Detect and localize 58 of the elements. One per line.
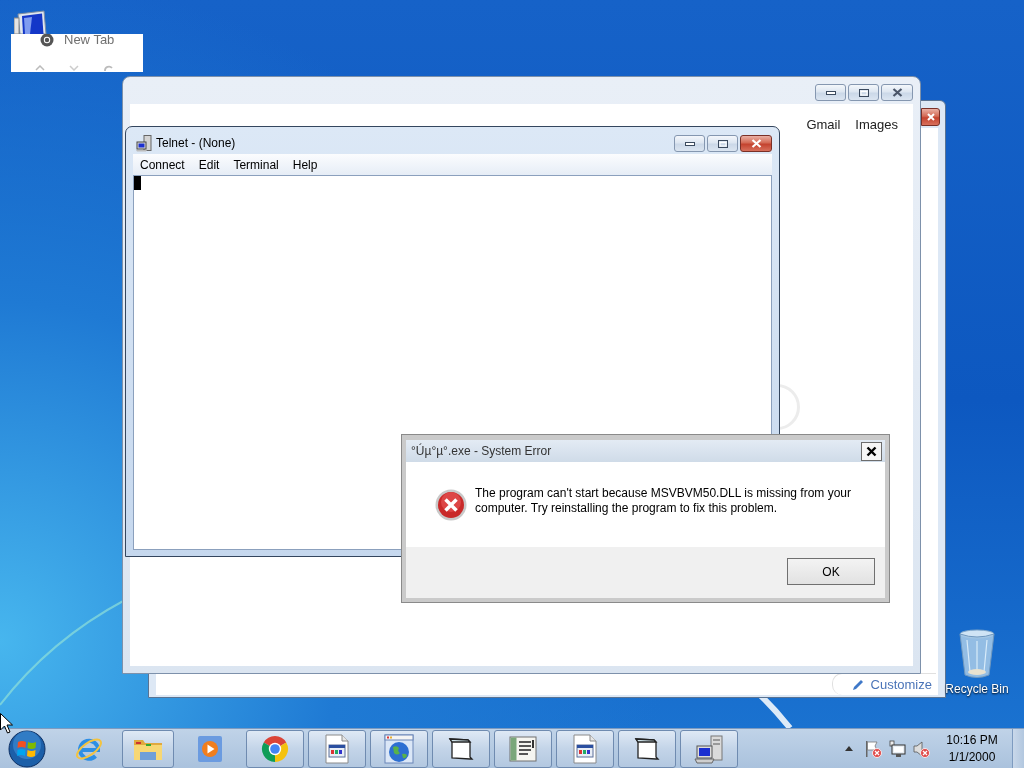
start-button[interactable] [7,728,47,768]
minimize-button[interactable] [674,135,705,152]
taskbar-button[interactable] [432,729,490,768]
menu-item[interactable]: Edit [191,155,227,174]
play-icon [197,734,223,763]
tab-preview[interactable]: New Tab [11,34,143,72]
tricolor-circle-icon [260,733,290,764]
document-window-icon [573,733,597,764]
minimize-icon [684,141,695,146]
ok-button[interactable]: OK [787,558,875,585]
close-icon [891,88,903,97]
taskbar-button[interactable] [680,729,738,768]
maximize-button[interactable] [707,135,738,152]
document-window-icon [325,733,349,764]
circle-logo-icon [40,34,54,47]
up-arrow-icon [845,746,853,751]
close-icon [926,113,935,121]
taskbar-button[interactable] [370,729,428,768]
menu-item[interactable]: Help [285,155,325,174]
close-button[interactable] [881,84,913,101]
folder-icon [448,735,474,762]
menu-item[interactable]: Terminal [226,155,286,174]
close-button[interactable] [861,441,882,461]
mouse-pointer-icon [0,713,13,734]
close-icon [750,139,762,148]
close-button[interactable] [921,108,940,126]
document-icon [509,734,537,763]
error-message: The program can't start because MSVBVM50.DLL is missing from your computer. Try reinstalling the program to fix this problem. [475,486,852,516]
menu-item[interactable]: Connect [133,155,192,174]
taskbar-button[interactable] [308,729,366,768]
reload-icon [103,65,113,71]
folder-icon [634,735,660,762]
minimize-icon [825,90,836,95]
globe-icon [384,733,414,764]
taskbar-button[interactable] [494,729,552,768]
recycle-bin-icon [957,628,997,680]
orb-logo-icon [8,729,46,768]
tab-title: New Tab [64,34,115,47]
close-icon [866,445,877,457]
dialog-title: °Úµ°µ°.exe - System Error [411,443,552,459]
clock-button[interactable]: 10:16 PM 1/1/2000 [942,731,1002,766]
computer-icon [694,733,724,764]
maximize-button[interactable] [848,84,879,101]
pencil-icon [850,677,865,692]
taskbar-button[interactable] [618,729,676,768]
error-icon [435,489,467,521]
header-link[interactable]: Images [855,117,898,133]
maximize-icon [858,88,869,97]
header-link[interactable]: Gmail [806,117,841,133]
maximize-icon [717,139,728,148]
icon-label: Recycle Bin [945,682,1009,696]
block-cursor-icon [134,176,141,190]
minimize-button[interactable] [815,84,846,101]
close-button[interactable] [740,135,772,152]
customize-button[interactable]: Customize [831,673,936,695]
taskbar-button[interactable] [556,729,614,768]
window-title: Telnet - (None) [156,135,236,152]
computer-icon [136,135,153,152]
